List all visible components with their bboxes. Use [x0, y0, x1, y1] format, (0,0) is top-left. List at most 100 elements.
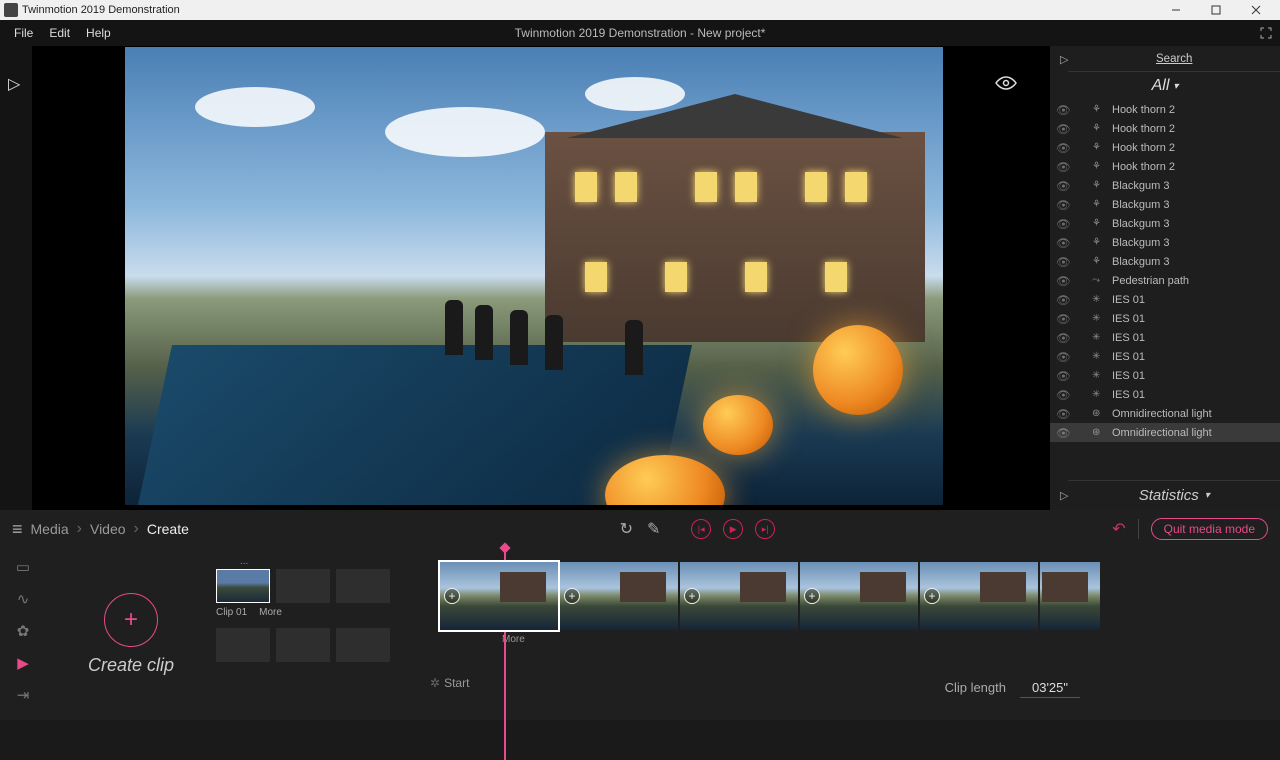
scene-item[interactable]: 👁✳IES 01: [1050, 347, 1280, 366]
scene-item[interactable]: 👁 ⚘ Hook thorn 2: [1050, 119, 1280, 138]
prev-keyframe-button[interactable]: |◂: [691, 519, 711, 539]
plant-icon: ⚘: [1092, 123, 1106, 134]
clip-thumb-empty[interactable]: [216, 628, 270, 662]
visibility-toggle-icon[interactable]: 👁: [1056, 293, 1070, 307]
menubar: File Edit Help Twinmotion 2019 Demonstra…: [0, 20, 1280, 46]
quit-media-mode-button[interactable]: Quit media mode: [1151, 518, 1268, 540]
tool-wave-icon[interactable]: ∿: [17, 590, 30, 608]
visibility-toggle-icon[interactable]: 👁: [1056, 407, 1070, 421]
clip-thumb-empty[interactable]: [336, 628, 390, 662]
keyframe-1[interactable]: +: [560, 562, 678, 630]
visibility-toggle-icon[interactable]: 👁: [1056, 179, 1070, 193]
visibility-toggle-icon[interactable]: 👁: [1056, 160, 1070, 174]
tool-image-icon[interactable]: ▭: [16, 558, 30, 576]
clip-caption: Clip 01: [216, 607, 247, 618]
scene-item-label: Omnidirectional light: [1112, 408, 1212, 420]
visibility-toggle-icon[interactable]: 👁: [1056, 141, 1070, 155]
add-keyframe-icon[interactable]: +: [924, 588, 940, 604]
minimize-button[interactable]: [1156, 0, 1196, 20]
search-input[interactable]: Search: [1068, 46, 1280, 72]
scene-item[interactable]: 👁⚘Hook thorn 2: [1050, 100, 1280, 119]
visibility-toggle-icon[interactable]: 👁: [1056, 122, 1070, 136]
expand-icon[interactable]: ▷: [1060, 53, 1068, 66]
scene-item[interactable]: 👁⊛Omnidirectional light: [1050, 404, 1280, 423]
plant-icon: ⚘: [1092, 161, 1106, 172]
visibility-toggle-icon[interactable]: 👁: [1056, 198, 1070, 212]
clip-thumb-01[interactable]: [216, 569, 270, 603]
add-keyframe-icon[interactable]: +: [804, 588, 820, 604]
visibility-toggle-icon[interactable]: 👁: [1056, 312, 1070, 326]
create-clip-button[interactable]: +: [104, 593, 158, 647]
maximize-button[interactable]: [1196, 0, 1236, 20]
menu-file[interactable]: File: [6, 22, 41, 44]
scene-item[interactable]: 👁⚘Blackgum 3: [1050, 195, 1280, 214]
light-icon: ✳: [1092, 294, 1106, 305]
next-keyframe-button[interactable]: ▸|: [755, 519, 775, 539]
add-keyframe-icon[interactable]: +: [444, 588, 460, 604]
clip-more[interactable]: More: [259, 607, 282, 618]
plant-icon: ⚘: [1092, 218, 1106, 229]
clip-thumb-empty[interactable]: [276, 569, 330, 603]
scene-item[interactable]: 👁⚘Blackgum 3: [1050, 233, 1280, 252]
menu-edit[interactable]: Edit: [41, 22, 78, 44]
expand-stats-icon[interactable]: ▷: [1060, 489, 1068, 502]
viewport-3d[interactable]: [124, 46, 944, 506]
clip-thumb-empty[interactable]: [336, 569, 390, 603]
filmstrip-more[interactable]: More: [502, 634, 1266, 645]
visibility-toggle-icon[interactable]: 👁: [1056, 369, 1070, 383]
crumb-video[interactable]: Video: [90, 521, 126, 537]
scene-item[interactable]: 👁⤳Pedestrian path: [1050, 271, 1280, 290]
tool-export-icon[interactable]: ⇥: [17, 686, 30, 704]
scene-item[interactable]: 👁⚘Hook thorn 2: [1050, 157, 1280, 176]
scene-item[interactable]: 👁⚘Blackgum 3: [1050, 214, 1280, 233]
crumb-media[interactable]: Media: [31, 521, 69, 537]
tool-leaf-icon[interactable]: ✿: [17, 622, 30, 640]
brush-icon[interactable]: ✎: [647, 519, 660, 539]
undo-icon[interactable]: ↶: [1112, 519, 1125, 539]
menu-icon[interactable]: ≡: [12, 519, 23, 540]
scene-item[interactable]: 👁✳IES 01: [1050, 290, 1280, 309]
visibility-toggle-icon[interactable]: 👁: [1056, 217, 1070, 231]
scene-item-label: IES 01: [1112, 332, 1145, 344]
clip-length-value[interactable]: 03'25": [1020, 680, 1080, 698]
tool-video-icon[interactable]: ▶: [17, 654, 29, 672]
visibility-toggle-icon[interactable]: 👁: [1056, 331, 1070, 345]
visibility-toggle-icon[interactable]: 👁: [1056, 236, 1070, 250]
keyframe-0[interactable]: +: [440, 562, 558, 630]
add-keyframe-icon[interactable]: +: [564, 588, 580, 604]
play-icon[interactable]: ▷: [8, 74, 32, 94]
statistics-dropdown[interactable]: Statistics ▾: [1068, 480, 1280, 510]
play-button[interactable]: ▶: [723, 519, 743, 539]
fullscreen-icon[interactable]: [1260, 27, 1272, 39]
clip-thumb-empty[interactable]: [276, 628, 330, 662]
close-button[interactable]: [1236, 0, 1276, 20]
scene-item[interactable]: 👁✳IES 01: [1050, 309, 1280, 328]
scene-item[interactable]: 👁⚘Blackgum 3: [1050, 252, 1280, 271]
visibility-toggle-icon[interactable]: 👁: [1056, 274, 1070, 288]
scene-item[interactable]: 👁✳IES 01: [1050, 328, 1280, 347]
scene-item-label: Blackgum 3: [1112, 199, 1169, 211]
scene-item[interactable]: 👁✳IES 01: [1050, 366, 1280, 385]
visibility-toggle-icon[interactable]: 👁: [1056, 388, 1070, 402]
menu-help[interactable]: Help: [78, 22, 119, 44]
visibility-icon[interactable]: [995, 76, 1017, 90]
scene-item[interactable]: 👁✳IES 01: [1050, 385, 1280, 404]
scene-item[interactable]: 👁⚘Hook thorn 2: [1050, 138, 1280, 157]
keyframe-5[interactable]: [1040, 562, 1100, 630]
refresh-icon[interactable]: ↻: [620, 519, 633, 539]
keyframe-2[interactable]: +: [680, 562, 798, 630]
keyframe-4[interactable]: +: [920, 562, 1038, 630]
clip-menu-dots[interactable]: ...: [240, 556, 426, 567]
visibility-toggle-icon[interactable]: 👁: [1056, 255, 1070, 269]
scene-item-label: Hook thorn 2: [1112, 123, 1175, 135]
add-keyframe-icon[interactable]: +: [684, 588, 700, 604]
scene-list[interactable]: 👁⚘Hook thorn 2👁⚘Hook thorn 2👁⚘Hook thorn…: [1050, 100, 1280, 480]
filter-dropdown[interactable]: All ▾: [1050, 72, 1280, 100]
keyframe-3[interactable]: +: [800, 562, 918, 630]
visibility-toggle-icon[interactable]: 👁: [1056, 426, 1070, 440]
visibility-toggle-icon[interactable]: 👁: [1056, 103, 1070, 117]
visibility-toggle-icon[interactable]: 👁: [1056, 350, 1070, 364]
scene-item[interactable]: 👁⊛Omnidirectional light: [1050, 423, 1280, 442]
crumb-create[interactable]: Create: [147, 521, 189, 537]
scene-item[interactable]: 👁⚘Blackgum 3: [1050, 176, 1280, 195]
